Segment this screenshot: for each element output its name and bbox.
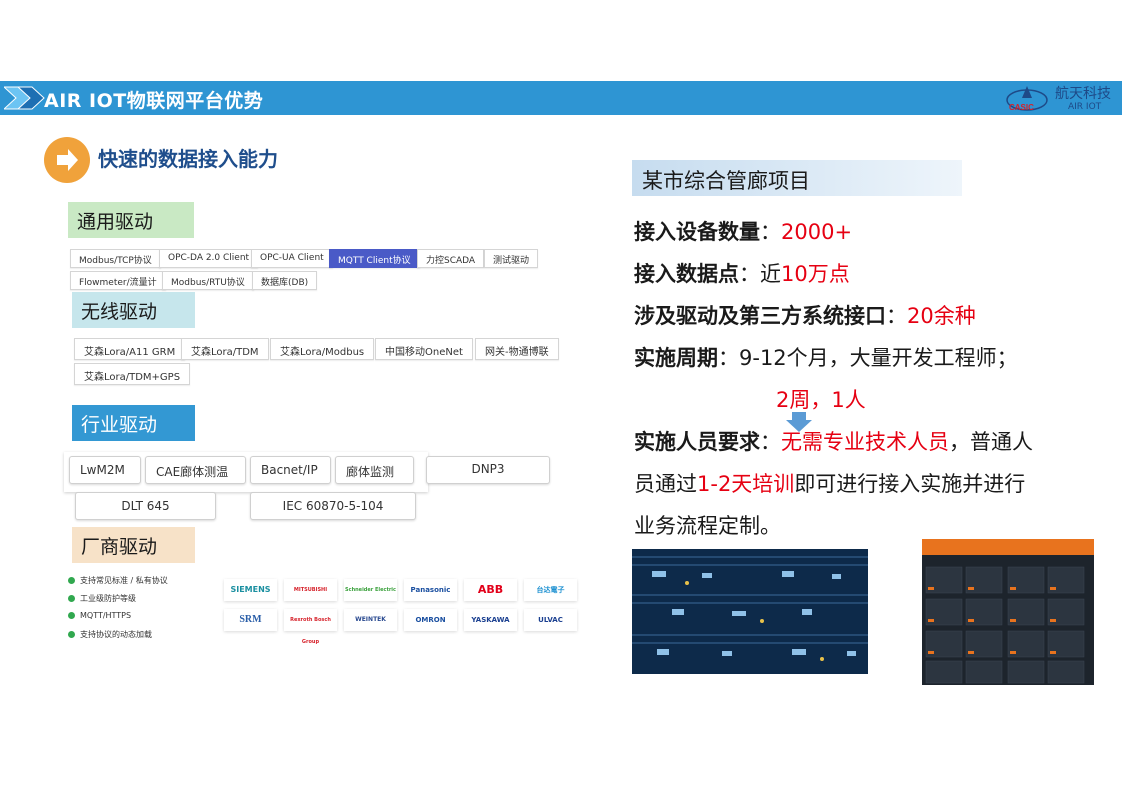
tag-gallery-monitor: 廊体监测	[335, 456, 414, 484]
tag-flowmeter: Flowmeter/流量计	[70, 271, 166, 290]
general-drivers-title: 通用驱动	[68, 202, 194, 238]
tag-bacnet: Bacnet/IP	[250, 456, 331, 484]
tag-modbus-rtu: Modbus/RTU协议	[162, 271, 254, 290]
brand-rexroth: Rexroth Bosch Group	[284, 609, 337, 645]
points-line: 接入数据点：近10万点	[634, 262, 850, 286]
tag-dlt645: DLT 645	[75, 492, 216, 520]
dashboard-screenshot	[922, 539, 1094, 685]
brand-siemens: SIEMENS	[224, 579, 277, 601]
devices-line: 接入设备数量：2000+	[634, 220, 853, 244]
logo-text-cn: 航天科技	[1055, 86, 1111, 102]
tag-lora-modbus: 艾森Lora/Modbus	[270, 338, 375, 360]
brand-schneider: Schneider Electric	[344, 579, 397, 601]
tag-dnp3: DNP3	[426, 456, 550, 484]
check-icon	[68, 595, 75, 602]
tag-modbus-tcp: Modbus/TCP协议	[70, 249, 161, 268]
arrow-circle-icon	[44, 137, 90, 183]
tag-opc-da: OPC-DA 2.0 Client	[159, 249, 259, 268]
tag-iec104: IEC 60870-5-104	[250, 492, 416, 520]
logo-text-en: AIR IOT	[1068, 102, 1102, 112]
tag-onenet: 中国移动OneNet	[375, 338, 473, 360]
tag-test-driver: 测试驱动	[484, 249, 539, 268]
chevron-arrows-icon	[4, 86, 45, 110]
tag-scada: 力控SCADA	[417, 249, 485, 268]
vendor-drivers-title: 厂商驱动	[72, 527, 195, 563]
tag-database: 数据库(DB)	[252, 271, 318, 290]
project-title: 某市综合管廊项目	[632, 160, 962, 196]
training-line: 员通过1-2天培训即可进行接入实施并进行	[634, 472, 1026, 496]
brand-weintek: WEINTEK	[344, 609, 397, 631]
feature-item: 工业级防护等级	[68, 593, 136, 604]
feature-item: 支持常见标准 / 私有协议	[68, 575, 168, 586]
pipe-gallery-3d-screenshot	[632, 549, 868, 674]
page-title: AIR IOT物联网平台优势	[44, 90, 264, 112]
feature-item: MQTT/HTTPS	[68, 611, 131, 620]
brand-srm: SRM	[224, 609, 277, 631]
brand-omron: OMRON	[404, 609, 457, 631]
feature-item: 支持协议的动态加载	[68, 629, 152, 640]
wireless-drivers-title: 无线驱动	[72, 292, 195, 328]
brand-delta: 台达電子	[524, 579, 577, 601]
casic-logo-icon: CASIC	[1006, 86, 1048, 112]
brand-panasonic: Panasonic	[404, 579, 457, 601]
drivers-line: 涉及驱动及第三方系统接口：20余种	[634, 304, 976, 328]
staff-line: 实施人员要求：无需专业技术人员，普通人	[634, 430, 1033, 454]
logo-mark-text: CASIC	[1009, 103, 1034, 112]
tag-lwm2m: LwM2M	[69, 456, 141, 484]
check-icon	[68, 612, 75, 619]
tag-mqtt-client: MQTT Client协议	[329, 249, 420, 268]
period-new-value: 2周，1人	[776, 388, 866, 412]
check-icon	[68, 577, 75, 584]
brand-mitsubishi: MITSUBISHI ELECTRIC	[284, 579, 337, 615]
tag-lora-a11: 艾森Lora/A11 GRM	[74, 338, 186, 360]
check-icon	[68, 631, 75, 638]
customization-line: 业务流程定制。	[634, 514, 781, 538]
tag-cae: CAE廊体测温	[145, 456, 246, 484]
brand-yaskawa: YASKAWA	[464, 609, 517, 631]
industry-drivers-title: 行业驱动	[72, 405, 195, 441]
tag-lora-tdm: 艾森Lora/TDM	[181, 338, 269, 360]
tag-gateway: 网关-物通博联	[475, 338, 559, 360]
section-title: 快速的数据接入能力	[98, 147, 278, 171]
tag-lora-tdm-gps: 艾森Lora/TDM+GPS	[74, 363, 191, 385]
brand-ulvac: ULVAC	[524, 609, 577, 631]
period-line: 实施周期：9-12个月，大量开发工程师；	[634, 346, 1018, 370]
tag-opc-ua: OPC-UA Client	[251, 249, 333, 268]
brand-abb: ABB	[464, 579, 517, 601]
